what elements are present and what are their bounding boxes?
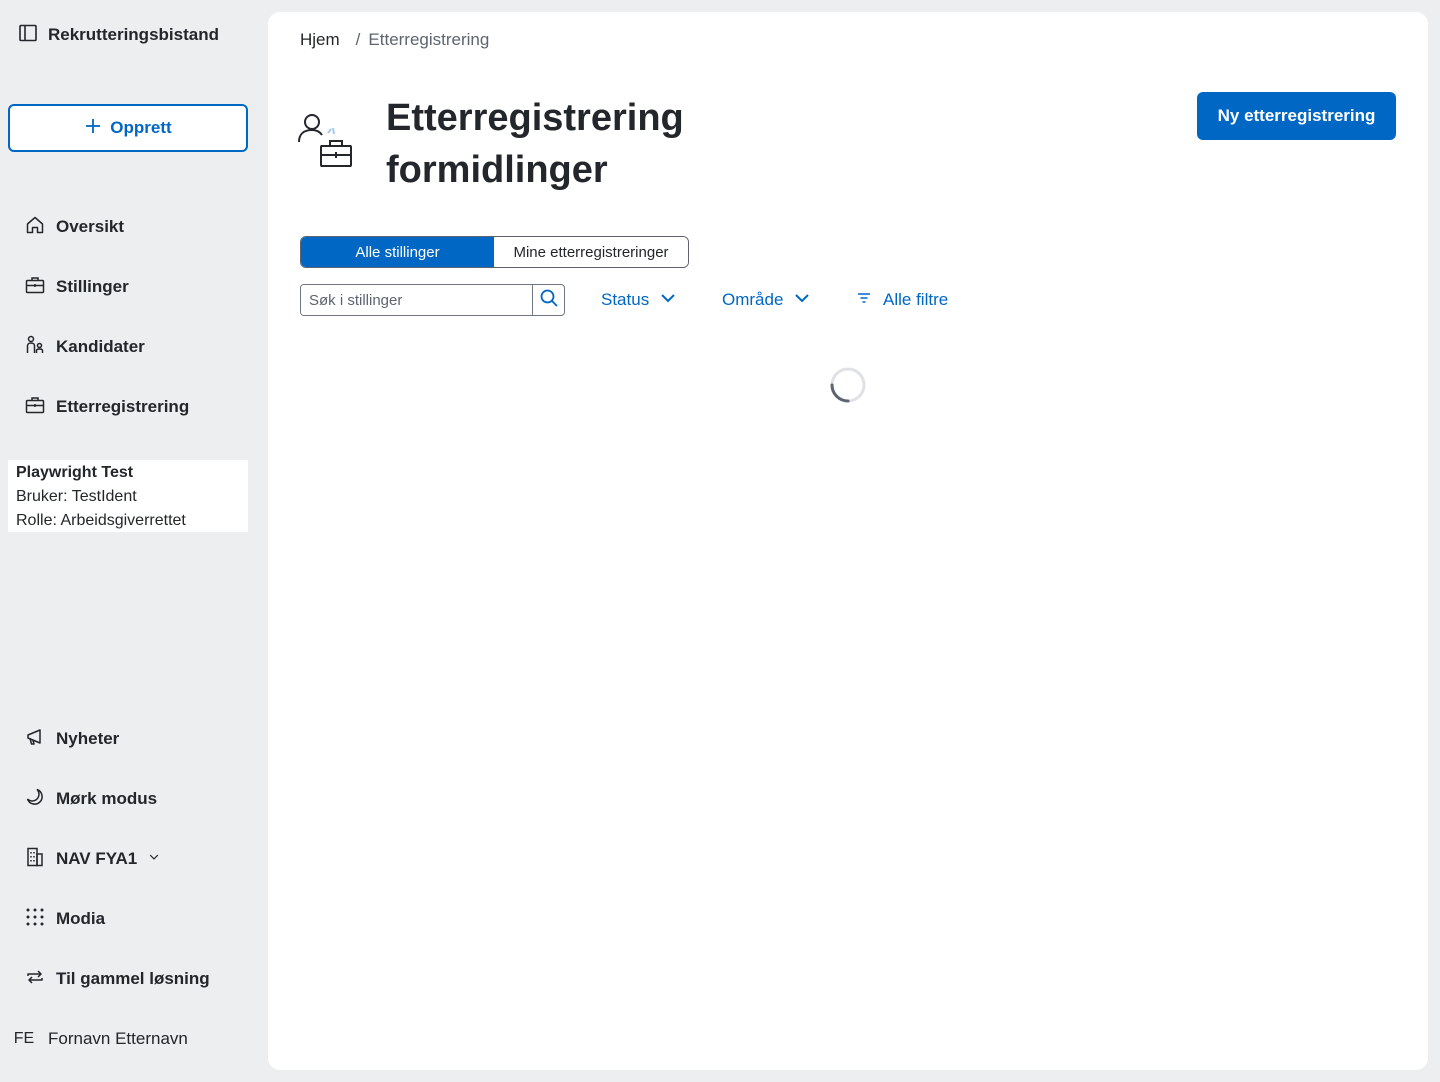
- sidebar-item-label: Modia: [56, 909, 106, 928]
- breadcrumb-home-link[interactable]: Hjem: [300, 30, 340, 50]
- breadcrumb-separator: /: [355, 30, 361, 49]
- office-selector[interactable]: NAV FYA1: [16, 839, 252, 879]
- search-button[interactable]: [532, 285, 564, 315]
- sidebar-item-oversikt[interactable]: Oversikt: [16, 207, 252, 247]
- people-icon: [24, 334, 46, 361]
- user-ident: Bruker: TestIdent: [16, 488, 137, 505]
- house-icon: [24, 214, 46, 241]
- chevron-down-icon: [147, 849, 161, 869]
- sidebar-item-label: Etterregistrering: [56, 397, 190, 416]
- page-title-line-1: Etterregistrering: [386, 97, 684, 139]
- listing-toggle: Alle stillinger Mine etterregistreringer: [300, 236, 689, 268]
- sidebar-item-label: Nyheter: [56, 729, 120, 748]
- avatar: FE: [13, 1030, 35, 1047]
- area-filter-label: Område: [722, 290, 784, 309]
- toggle-all-listings[interactable]: Alle stillinger: [301, 237, 494, 267]
- user-profile[interactable]: FE Fornavn Etternavn: [8, 1026, 188, 1052]
- breadcrumb: Hjem / Etterregistrering: [300, 28, 489, 52]
- sidebar-item-nyheter[interactable]: Nyheter: [16, 719, 252, 759]
- all-filters-label: Alle filtre: [883, 290, 949, 309]
- chevron-down-icon: [793, 289, 811, 312]
- sidebar-item-label: Oversikt: [56, 217, 125, 236]
- search-icon: [539, 288, 559, 313]
- sidebar-item-label: Stillinger: [56, 277, 129, 296]
- profile-name: Fornavn Etternavn: [48, 1029, 188, 1048]
- filter-icon: [855, 289, 873, 312]
- app-brand[interactable]: Rekrutteringsbistand: [18, 22, 219, 48]
- app-title: Rekrutteringsbistand: [48, 25, 219, 44]
- sidebar-item-etterregistrering[interactable]: Etterregistrering: [16, 387, 252, 427]
- user-name: Playwright Test: [16, 464, 134, 481]
- user-info: Playwright Test Bruker: TestIdent Rolle:…: [8, 460, 248, 532]
- loading-spinner-icon: [829, 366, 867, 404]
- page-title: Etterregistrering formidlinger: [386, 92, 806, 196]
- all-filters-button[interactable]: Alle filtre: [855, 284, 948, 316]
- sidebar-item-modia[interactable]: Modia: [16, 899, 252, 939]
- toggle-my-registrations[interactable]: Mine etterregistreringer: [494, 237, 688, 267]
- status-filter-button[interactable]: Status: [601, 284, 677, 316]
- sidebar-item-label: Kandidater: [56, 337, 145, 356]
- sidebar: Rekrutteringsbistand Opprett Oversikt St…: [0, 0, 268, 1082]
- sidebar-item-kandidater[interactable]: Kandidater: [16, 327, 252, 367]
- sidebar-item-old-solution[interactable]: Til gammel løsning: [16, 959, 252, 999]
- sidebar-toggle-icon[interactable]: [18, 23, 38, 48]
- create-button[interactable]: Opprett: [8, 104, 248, 152]
- chevron-down-icon: [659, 289, 677, 312]
- grid-dots-icon: [24, 906, 46, 933]
- briefcase-icon: [24, 274, 46, 301]
- buildings-icon: [24, 846, 46, 873]
- sidebar-item-label: NAV FYA1: [56, 849, 138, 868]
- moon-icon: [24, 786, 46, 813]
- search-input[interactable]: [301, 285, 532, 315]
- breadcrumb-current: Etterregistrering: [368, 30, 490, 49]
- new-registration-button[interactable]: Ny etterregistrering: [1197, 92, 1396, 140]
- plus-icon: [84, 117, 102, 140]
- create-button-label: Opprett: [110, 118, 172, 137]
- search-field: [300, 284, 565, 316]
- person-briefcase-icon: [296, 108, 358, 170]
- arrows-circle-icon: [24, 966, 46, 993]
- sidebar-item-stillinger[interactable]: Stillinger: [16, 267, 252, 307]
- dark-mode-toggle[interactable]: Mørk modus: [16, 779, 252, 819]
- user-role: Rolle: Arbeidsgiverrettet: [16, 512, 186, 529]
- briefcase-icon: [24, 394, 46, 421]
- sidebar-item-label: Til gammel løsning: [56, 969, 210, 988]
- sidebar-item-label: Mørk modus: [56, 789, 158, 808]
- main-content: Hjem / Etterregistrering Etterregistreri…: [268, 12, 1428, 1070]
- status-filter-label: Status: [601, 290, 650, 309]
- page-title-line-2: formidlinger: [386, 149, 608, 191]
- megaphone-icon: [24, 726, 46, 753]
- area-filter-button[interactable]: Område: [722, 284, 811, 316]
